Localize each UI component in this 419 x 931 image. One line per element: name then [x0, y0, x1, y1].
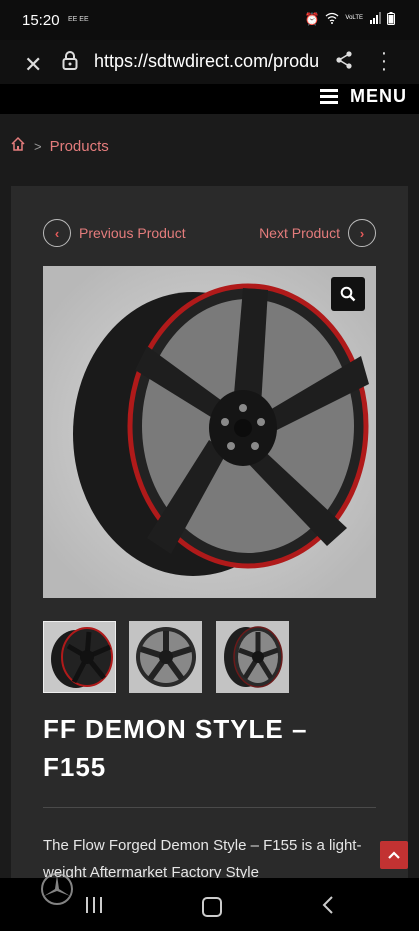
menu-button[interactable]: MENU: [320, 86, 407, 107]
back-to-top-button[interactable]: [380, 841, 408, 869]
status-time: 15:20: [22, 12, 60, 29]
status-icons: ⏰ VoLTE: [304, 12, 395, 28]
signal-icon: [369, 12, 381, 28]
divider: [43, 807, 376, 808]
search-icon: [340, 286, 356, 302]
chevron-left-icon: ‹: [43, 219, 71, 247]
product-title: FF DEMON STYLE – F155: [43, 710, 383, 786]
previous-product-link[interactable]: ‹ Previous Product: [43, 219, 186, 247]
breadcrumb-products-link[interactable]: Products: [50, 138, 109, 155]
back-button[interactable]: [322, 895, 334, 920]
more-options-icon[interactable]: · · ·: [380, 43, 388, 79]
hamburger-icon: [320, 89, 338, 104]
chevron-left-back-icon: [322, 896, 333, 914]
next-product-label: Next Product: [259, 225, 340, 241]
wifi-icon: [325, 12, 339, 28]
product-thumbnail-2[interactable]: [129, 621, 202, 693]
alarm-icon: ⏰: [304, 12, 320, 26]
zoom-button[interactable]: [331, 277, 365, 311]
previous-product-label: Previous Product: [79, 225, 186, 241]
product-main-image[interactable]: [43, 266, 376, 598]
menu-label: MENU: [350, 86, 407, 106]
breadcrumb: > Products: [10, 136, 109, 156]
breadcrumb-separator: >: [34, 138, 42, 154]
share-icon[interactable]: [334, 50, 354, 75]
home-icon[interactable]: [10, 136, 26, 156]
chevron-up-icon: [388, 851, 400, 859]
url-field[interactable]: https://sdtwdirect.com/products/ff-demon…: [94, 51, 319, 72]
product-title-line-1: FF DEMON STYLE –: [43, 714, 308, 744]
recent-apps-button[interactable]: [86, 897, 102, 913]
product-thumbnail-1[interactable]: [43, 621, 116, 693]
close-tab-icon[interactable]: ✕: [24, 52, 42, 78]
product-thumbnail-3[interactable]: [216, 621, 289, 693]
product-title-line-2: F155: [43, 752, 107, 782]
battery-icon: [387, 12, 395, 28]
chevron-right-icon: ›: [348, 219, 376, 247]
next-product-link[interactable]: Next Product ›: [259, 219, 376, 247]
lock-icon[interactable]: [62, 50, 78, 75]
home-button[interactable]: [202, 897, 222, 917]
watermark-logo: [40, 872, 74, 911]
lte-icon: VoLTE: [345, 15, 363, 21]
status-notification-text: ЕЕ ЕЕ: [68, 16, 89, 23]
